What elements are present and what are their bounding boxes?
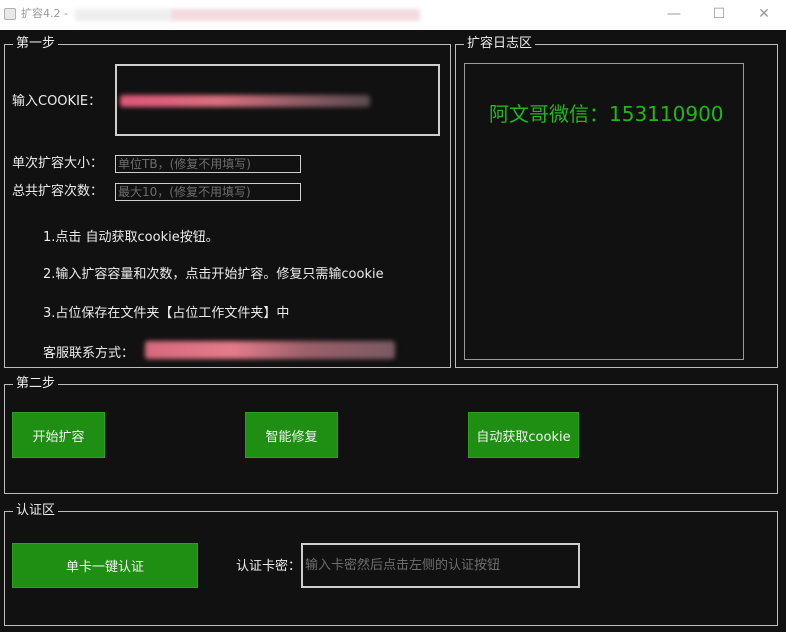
minimize-icon: — [667,6,681,22]
smart-repair-button[interactable]: 智能修复 [245,412,338,458]
title-redacted-pink [170,9,420,21]
close-button[interactable]: ✕ [742,2,786,26]
total-count-label: 总共扩容次数： [12,184,104,199]
instruction-3: 3.占位保存在文件夹【占位工作文件夹】中 [43,306,290,321]
maximize-icon: ☐ [712,6,726,22]
step1-title: 第一步 [13,36,59,52]
auth-key-label: 认证卡密： [236,559,302,574]
window-title: 扩容4.2 - [21,7,68,20]
wechat-contact: 阿文哥微信：153110900 [489,102,724,126]
auto-cookie-button[interactable]: 自动获取cookie [468,412,579,458]
cookie-label: 输入COOKIE： [12,94,102,109]
contact-label: 客服联系方式： [43,346,135,361]
instruction-2: 2.输入扩容容量和次数，点击开始扩容。修复只需输cookie [43,267,384,282]
log-title: 扩容日志区 [464,36,536,52]
auth-key-input[interactable] [301,543,580,588]
total-count-input[interactable] [115,183,301,201]
single-size-label: 单次扩容大小： [12,156,104,171]
auth-title: 认证区 [13,503,59,519]
step2-title: 第二步 [13,376,59,392]
contact-redacted [145,341,395,359]
one-click-auth-button[interactable]: 单卡一键认证 [12,543,198,588]
start-expand-button[interactable]: 开始扩容 [12,412,105,458]
single-size-input[interactable] [115,155,301,173]
instruction-1: 1.点击 自动获取cookie按钮。 [43,230,219,245]
minimize-button[interactable]: — [652,2,696,26]
maximize-button[interactable]: ☐ [697,2,741,26]
cookie-redacted [120,95,370,107]
step2-group: 第二步 [4,376,778,494]
close-icon: ✕ [758,6,770,22]
app-icon [4,8,16,20]
title-bar: 扩容4.2 - — ☐ ✕ [0,0,786,30]
title-redacted [75,9,170,21]
